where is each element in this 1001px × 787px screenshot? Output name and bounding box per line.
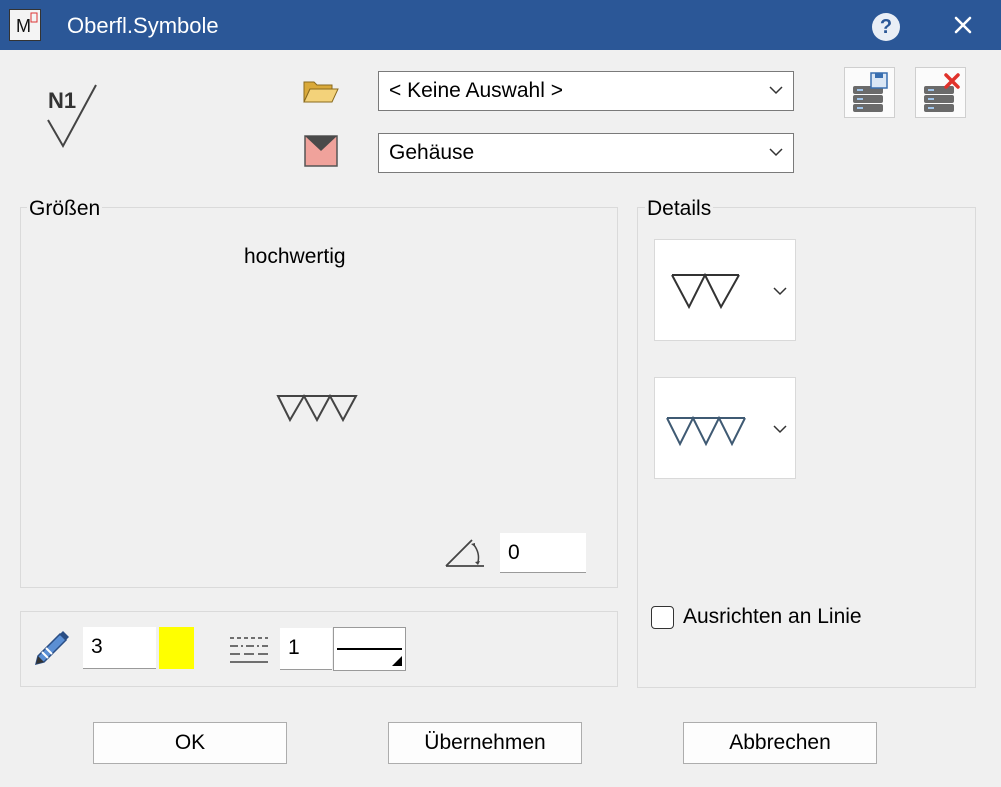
selection-dropdown[interactable]: < Keine Auswahl > bbox=[378, 71, 794, 111]
align-to-line-checkbox-row[interactable]: Ausrichten an Linie bbox=[651, 605, 911, 633]
ok-button[interactable]: OK bbox=[93, 722, 287, 764]
material-color-icon[interactable] bbox=[304, 135, 338, 167]
triple-triangle-detail-icon bbox=[666, 415, 746, 447]
folder-open-icon[interactable] bbox=[302, 78, 340, 104]
pen-color-swatch[interactable] bbox=[159, 627, 194, 669]
help-button[interactable]: ? bbox=[872, 13, 900, 41]
line-style-dropdown[interactable] bbox=[333, 627, 406, 671]
database-delete-icon bbox=[923, 73, 960, 112]
app-icon: M bbox=[9, 9, 41, 41]
symbol-preview: N1 bbox=[40, 80, 110, 155]
close-icon bbox=[954, 16, 972, 34]
svg-text:M: M bbox=[16, 16, 31, 36]
details-group-label: Details bbox=[645, 197, 714, 221]
window-title: Oberfl.Symbole bbox=[67, 13, 219, 38]
title-bar[interactable]: M Oberfl.Symbole ? bbox=[0, 0, 1001, 50]
pen-icon bbox=[34, 631, 69, 666]
database-save-icon bbox=[852, 72, 888, 112]
quality-text: hochwertig bbox=[244, 245, 346, 268]
cancel-button[interactable]: Abbrechen bbox=[683, 722, 877, 764]
material-dropdown-value: Gehäuse bbox=[389, 141, 475, 164]
material-dropdown[interactable]: Gehäuse bbox=[378, 133, 794, 173]
line-type-icon bbox=[230, 637, 268, 663]
triple-triangle-symbol-icon bbox=[276, 393, 358, 423]
delete-from-database-button[interactable] bbox=[915, 67, 966, 118]
chevron-down-icon bbox=[769, 148, 783, 157]
align-to-line-checkbox[interactable] bbox=[651, 606, 674, 629]
pen-width-input[interactable]: 3 bbox=[83, 627, 156, 669]
sizes-group-label: Größen bbox=[27, 197, 103, 221]
align-to-line-label: Ausrichten an Linie bbox=[683, 605, 862, 628]
angle-icon bbox=[445, 539, 484, 567]
close-button[interactable] bbox=[948, 10, 978, 40]
chevron-down-icon bbox=[773, 425, 787, 434]
angle-input[interactable]: 0 bbox=[500, 533, 586, 573]
chevron-down-icon bbox=[769, 86, 783, 95]
double-triangle-symbol-icon bbox=[671, 272, 740, 310]
save-to-database-button[interactable] bbox=[844, 67, 895, 118]
line-style-preview-icon bbox=[337, 648, 402, 666]
detail-symbol-dropdown-1[interactable] bbox=[654, 239, 796, 341]
apply-button[interactable]: Übernehmen bbox=[388, 722, 582, 764]
selection-dropdown-value: < Keine Auswahl > bbox=[389, 79, 563, 102]
surface-symbol-icon bbox=[47, 84, 97, 149]
line-type-input[interactable]: 1 bbox=[280, 628, 332, 670]
detail-symbol-dropdown-2[interactable] bbox=[654, 377, 796, 479]
chevron-down-icon bbox=[773, 287, 787, 296]
